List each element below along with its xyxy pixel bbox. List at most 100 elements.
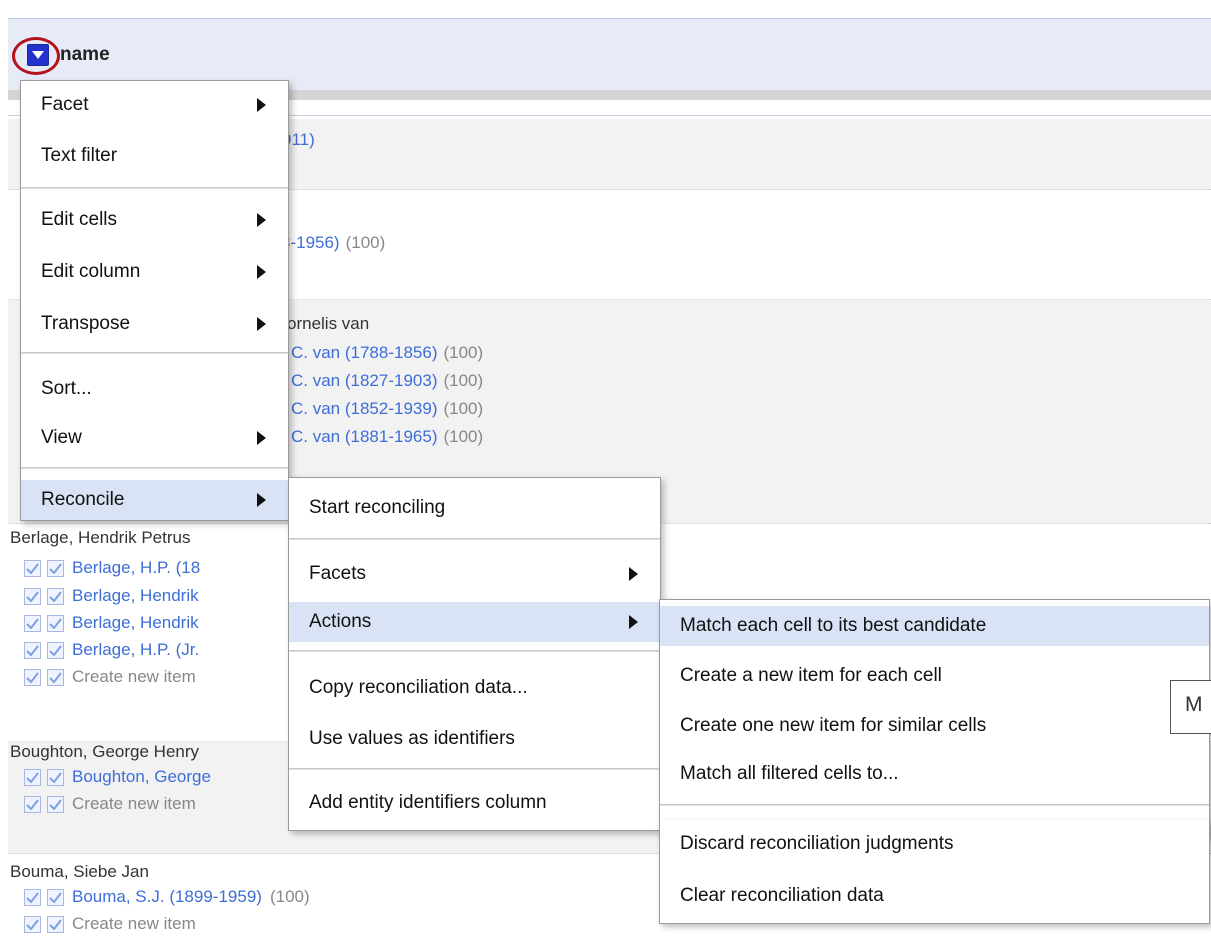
- check-icon[interactable]: [24, 641, 41, 659]
- menu-item-sort[interactable]: Sort...: [21, 369, 288, 409]
- candidate-text: C. van (1881-1965): [291, 427, 438, 446]
- actions-submenu: Match each cell to its best candidate Cr…: [659, 599, 1210, 839]
- candidate-score: (100): [443, 399, 484, 418]
- candidate-link[interactable]: Berlage, Hendrik: [72, 586, 199, 606]
- check-icon[interactable]: [24, 768, 41, 786]
- menu-item-copy-reconciliation-data[interactable]: Copy reconciliation data...: [289, 668, 660, 708]
- tooltip: M: [1170, 680, 1211, 734]
- check-icon[interactable]: [47, 587, 64, 605]
- check-icon[interactable]: [24, 795, 41, 813]
- candidate-link[interactable]: Berlage, Hendrik: [72, 613, 199, 633]
- candidate-link[interactable]: Bouma, S.J. (1899-1959): [72, 887, 262, 907]
- check-icon[interactable]: [47, 614, 64, 632]
- triangle-right-icon: [257, 431, 266, 445]
- menu-item-clear-reconciliation-data[interactable]: Clear reconciliation data: [660, 876, 1209, 916]
- candidate-row: Berlage, H.P. (18: [8, 556, 200, 580]
- menu-item-label: Use values as identifiers: [309, 728, 515, 749]
- check-icon[interactable]: [47, 768, 64, 786]
- menu-separator: [289, 650, 660, 652]
- menu-item-transpose[interactable]: Transpose: [21, 304, 288, 344]
- menu-item-label: Facet: [41, 94, 89, 115]
- menu-separator: [21, 467, 288, 469]
- menu-item-label: Text filter: [41, 145, 118, 166]
- menu-item-edit-cells[interactable]: Edit cells: [21, 200, 288, 240]
- cell-value: Berlage, Hendrik Petrus: [10, 528, 191, 547]
- candidate-score: (100): [443, 343, 484, 362]
- check-icon[interactable]: [47, 559, 64, 577]
- triangle-right-icon: [257, 213, 266, 227]
- check-icon[interactable]: [47, 795, 64, 813]
- candidate-text: C. van (1788-1856): [291, 343, 438, 362]
- check-icon[interactable]: [47, 641, 64, 659]
- triangle-right-icon: [629, 615, 638, 629]
- menu-item-label: View: [41, 427, 82, 448]
- menu-item-label: Match all filtered cells to...: [680, 763, 899, 784]
- menu-separator: [660, 804, 1209, 806]
- menu-item-actions[interactable]: Actions: [289, 602, 660, 642]
- check-icon[interactable]: [47, 668, 64, 686]
- candidate-text: C. van (1827-1903): [291, 371, 438, 390]
- check-icon[interactable]: [24, 614, 41, 632]
- menu-item-add-entity-identifiers-column[interactable]: Add entity identifiers column: [289, 783, 660, 823]
- column-menu: Facet Text filter Edit cells Edit column…: [20, 80, 289, 521]
- menu-separator: [289, 538, 660, 540]
- candidate-row: Boughton, George: [8, 765, 211, 789]
- check-icon[interactable]: [24, 915, 41, 933]
- menu-item-label: Facets: [309, 563, 367, 584]
- candidate-link[interactable]: Berlage, H.P. (18: [72, 558, 200, 578]
- menu-item-facet[interactable]: Facet: [21, 85, 288, 125]
- menu-item-label: Reconcile: [41, 489, 125, 510]
- menu-separator: [21, 187, 288, 189]
- candidate-link[interactable]: C. van (1827-1903) (100): [291, 371, 483, 391]
- menu-item-edit-column[interactable]: Edit column: [21, 252, 288, 292]
- candidate-link[interactable]: Berlage, H.P. (Jr.: [72, 640, 199, 660]
- candidate-row: Berlage, Hendrik: [8, 611, 199, 635]
- column-name: name: [60, 44, 110, 65]
- create-new-item-link[interactable]: Create new item: [72, 914, 196, 934]
- menu-item-label: Match each cell to its best candidate: [680, 615, 987, 636]
- candidate-link[interactable]: C. van (1852-1939) (100): [291, 399, 483, 419]
- menu-item-label: Edit column: [41, 261, 141, 282]
- menu-item-label: Edit cells: [41, 209, 118, 230]
- menu-item-create-new-item-each-cell[interactable]: Create a new item for each cell: [660, 656, 1209, 696]
- menu-item-use-values-as-identifiers[interactable]: Use values as identifiers: [289, 719, 660, 759]
- candidate-link[interactable]: Boughton, George: [72, 767, 211, 787]
- candidate-link[interactable]: C. van (1788-1856) (100): [291, 343, 483, 363]
- candidate-row: Create new item: [8, 792, 196, 816]
- check-icon[interactable]: [24, 559, 41, 577]
- candidate-row: Berlage, H.P. (Jr.: [8, 638, 199, 662]
- candidate-text: 3-1956): [281, 233, 340, 252]
- cell-value: Boughton, George Henry: [10, 742, 200, 761]
- candidate-link[interactable]: C. van (1881-1965) (100): [291, 427, 483, 447]
- check-icon[interactable]: [47, 888, 64, 906]
- candidate-score: (100): [345, 233, 386, 252]
- menu-item-match-all-filtered[interactable]: Match all filtered cells to...: [660, 754, 1209, 794]
- actions-submenu-lower: Discard reconciliation judgments Clear r…: [659, 820, 1210, 924]
- check-icon[interactable]: [24, 668, 41, 686]
- menu-item-facets[interactable]: Facets: [289, 554, 660, 594]
- menu-item-reconcile[interactable]: Reconcile: [21, 480, 288, 520]
- candidate-row: Create new item: [8, 912, 196, 936]
- menu-item-label: Start reconciling: [309, 497, 446, 518]
- menu-item-label: Create one new item for similar cells: [680, 715, 987, 736]
- cell-name-fragment: ornelis van: [287, 314, 370, 333]
- reconcile-submenu: Start reconciling Facets Actions Copy re…: [288, 477, 661, 831]
- candidate-score: (100): [269, 887, 310, 906]
- menu-item-label: Discard reconciliation judgments: [680, 833, 954, 854]
- menu-item-start-reconciling[interactable]: Start reconciling: [289, 488, 660, 528]
- menu-item-view[interactable]: View: [21, 418, 288, 458]
- candidate-link-fragment[interactable]: 3-1956) (100): [281, 233, 385, 253]
- check-icon[interactable]: [24, 587, 41, 605]
- menu-item-match-best-candidate[interactable]: Match each cell to its best candidate: [660, 606, 1209, 646]
- create-new-item-link[interactable]: Create new item: [72, 667, 196, 687]
- check-icon[interactable]: [24, 888, 41, 906]
- cell-value: Bouma, Siebe Jan: [10, 862, 149, 881]
- candidate-score: (100): [443, 427, 484, 446]
- menu-item-label: Sort...: [41, 378, 92, 399]
- menu-item-create-one-new-item[interactable]: Create one new item for similar cells: [660, 706, 1209, 746]
- menu-item-text-filter[interactable]: Text filter: [21, 136, 288, 176]
- create-new-item-link[interactable]: Create new item: [72, 794, 196, 814]
- check-icon[interactable]: [47, 915, 64, 933]
- menu-item-discard-judgments[interactable]: Discard reconciliation judgments: [660, 824, 1209, 864]
- candidate-row: Berlage, Hendrik: [8, 584, 199, 608]
